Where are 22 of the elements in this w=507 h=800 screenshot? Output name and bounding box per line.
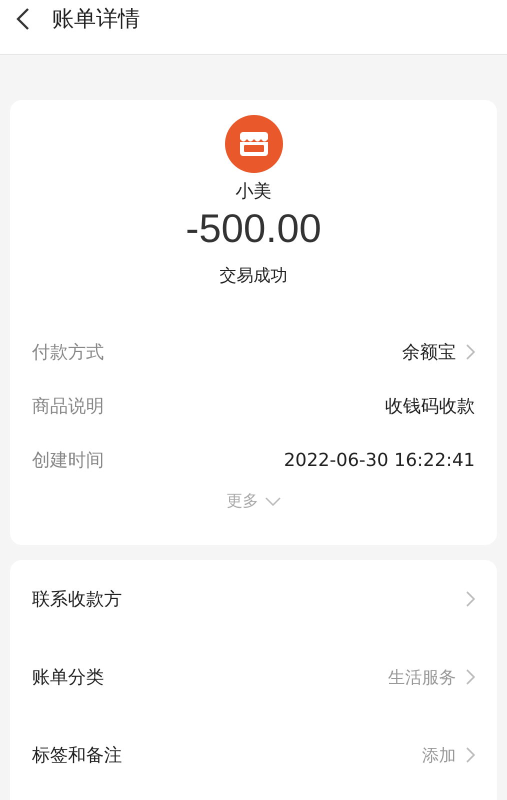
merchant-name: 小美 <box>236 180 272 203</box>
chevron-right-icon[interactable] <box>466 747 475 763</box>
back-icon[interactable] <box>16 7 30 31</box>
amount: -500.00 <box>186 207 322 252</box>
chevron-right-icon[interactable] <box>466 591 475 607</box>
shop-icon <box>224 115 282 173</box>
chevron-right-icon[interactable] <box>466 669 475 685</box>
chevron-down-icon[interactable] <box>264 497 280 506</box>
menu-item-value: 生活服务 <box>388 666 456 688</box>
menu-item-label[interactable]: 标签和备注 <box>32 743 422 767</box>
menu-item-value: 添加 <box>422 744 456 766</box>
menu-item-label[interactable]: 账单分类 <box>32 665 388 689</box>
menu-item-label[interactable]: 联系收款方 <box>32 587 456 611</box>
detail-label: 付款方式 <box>32 341 105 364</box>
status-text: 交易成功 <box>220 265 288 287</box>
detail-value: 2022-06-30 16:22:41 <box>284 450 475 470</box>
detail-label: 创建时间 <box>32 449 105 472</box>
page-title: 账单详情 <box>52 6 140 34</box>
detail-value: 收钱码收款 <box>385 395 475 418</box>
detail-value: 余额宝 <box>402 341 456 364</box>
chevron-right-icon[interactable] <box>466 344 475 360</box>
detail-label: 商品说明 <box>32 395 105 418</box>
